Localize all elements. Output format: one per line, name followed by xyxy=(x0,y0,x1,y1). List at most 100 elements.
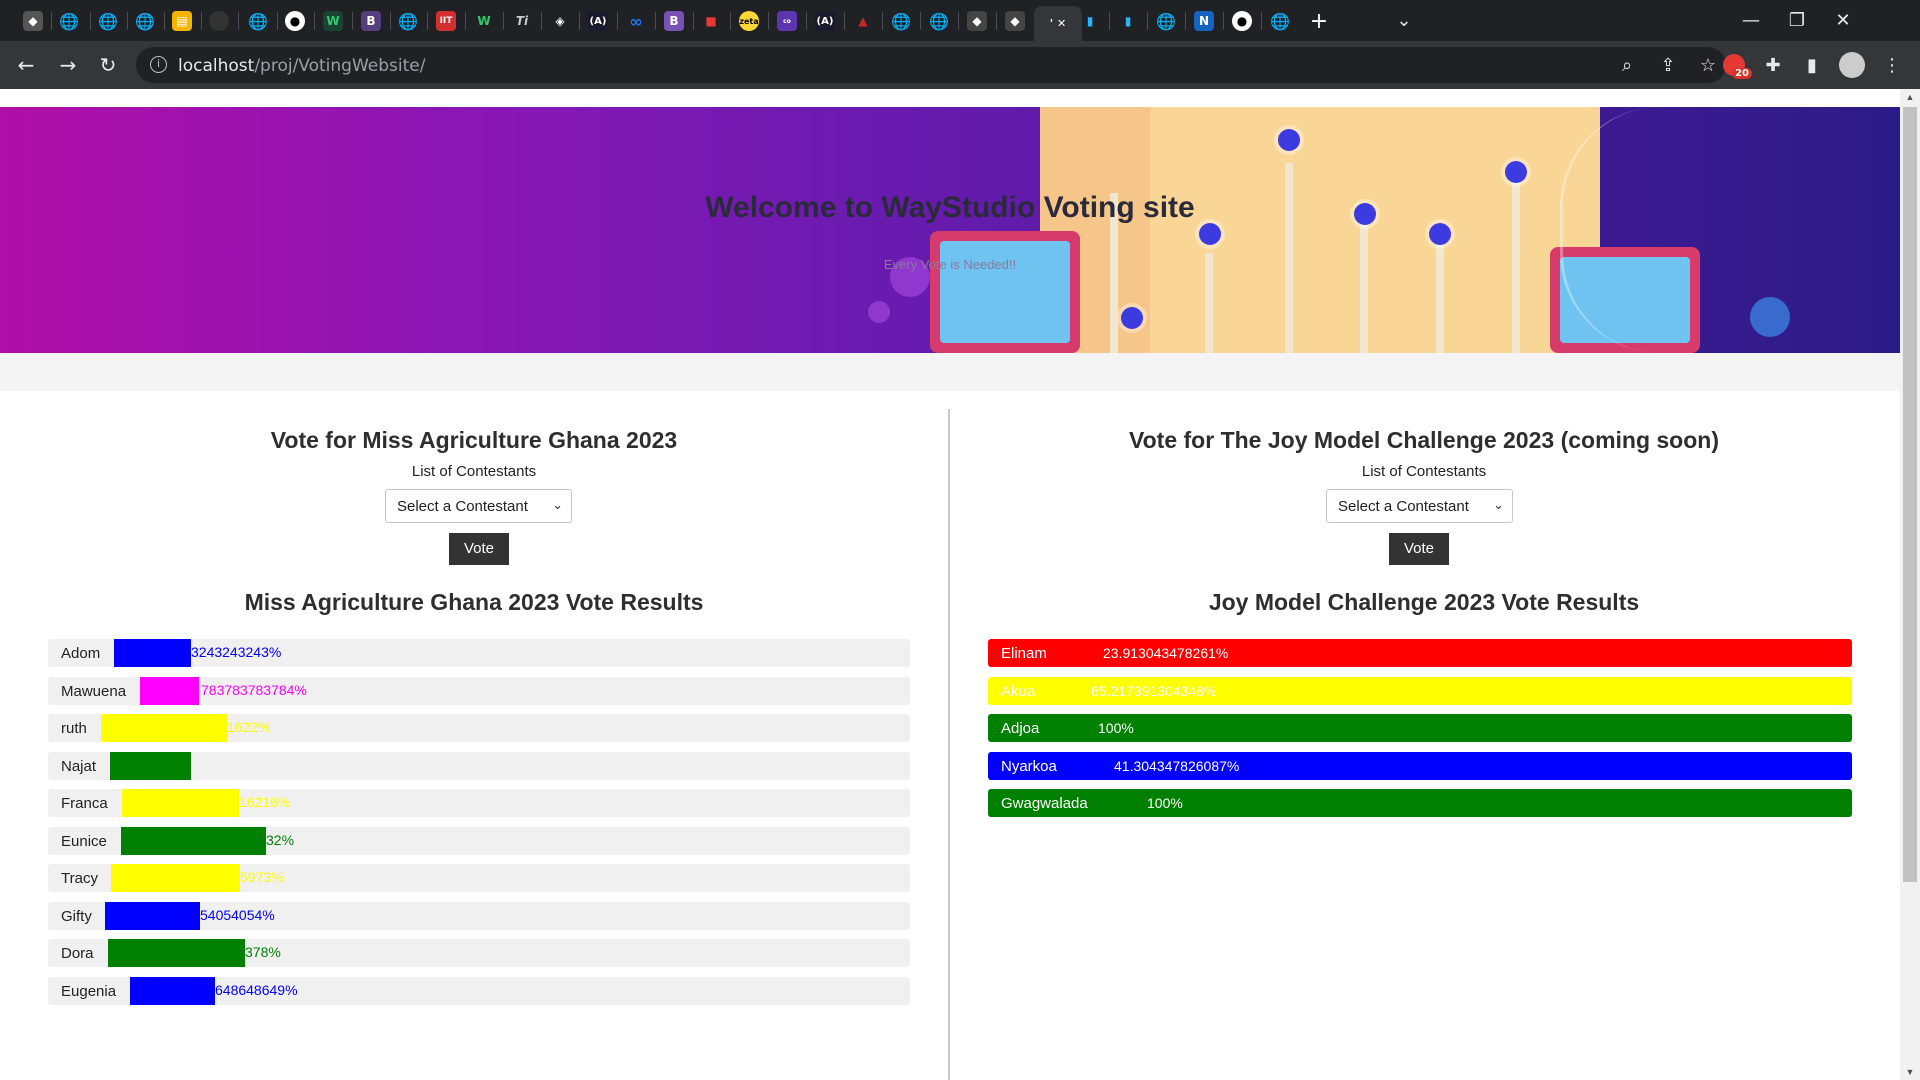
result-row: Dora 378% xyxy=(48,939,910,967)
scroll-up-arrow[interactable]: ▲ xyxy=(1900,89,1920,105)
tab-notion[interactable]: N xyxy=(1189,6,1219,36)
hero-spacer xyxy=(0,353,1900,391)
contestant-name: Gwagwalada xyxy=(1001,795,1088,812)
tab-github[interactable]: ● xyxy=(280,6,310,36)
restore-icon: ❐ xyxy=(1788,10,1806,31)
contestant-name: Franca xyxy=(61,795,108,812)
globe-icon: 🌐 xyxy=(59,11,79,31)
contestant-name: Najat xyxy=(61,757,97,775)
tab-globe[interactable]: 🌐 xyxy=(886,6,916,36)
back-button[interactable]: ← xyxy=(10,49,42,81)
result-percent: 783783783784% xyxy=(201,681,307,698)
contestant-name: Nyarkoa xyxy=(1001,757,1057,775)
meta-icon: ∞ xyxy=(629,11,643,31)
select-value: Select a Contestant xyxy=(1338,498,1469,515)
tab-icon: ◆ xyxy=(1005,11,1025,31)
result-percent: 54054054% xyxy=(200,906,275,923)
tab-wix[interactable]: W xyxy=(469,6,499,36)
shoe-icon: ▲ xyxy=(858,14,868,28)
menu-dots-icon[interactable]: ⋮ xyxy=(1876,49,1908,81)
tab-red[interactable]: ▲ xyxy=(848,6,878,36)
tab-bootstrap[interactable]: B xyxy=(659,6,689,36)
profile-avatar[interactable] xyxy=(1836,49,1868,81)
url-text[interactable]: localhost/proj/VotingWebsite/ xyxy=(178,56,425,76)
scrollbar-thumb[interactable] xyxy=(1903,107,1917,882)
tab-wix[interactable]: W xyxy=(318,6,348,36)
tab-notes[interactable]: ▤ xyxy=(167,6,197,36)
tab-iit[interactable]: IIT xyxy=(431,6,461,36)
scroll-down-arrow[interactable]: ▼ xyxy=(1900,1064,1920,1080)
w-icon: W xyxy=(477,14,491,28)
restore-button[interactable]: ❐ xyxy=(1774,0,1820,41)
tab-favicon[interactable]: ◆ xyxy=(18,6,48,36)
tab-bootstrap[interactable]: B xyxy=(356,6,386,36)
tab-blue[interactable]: ▮ xyxy=(1113,6,1143,36)
forward-button[interactable]: → xyxy=(52,49,84,81)
tab-coolors[interactable]: co xyxy=(772,6,802,36)
contestant-select[interactable]: Select a Contestant ⌄ xyxy=(1326,489,1513,523)
result-row: Elinam 23.913043478261% xyxy=(988,639,1852,667)
info-icon[interactable]: i xyxy=(150,56,167,73)
results-title: Joy Model Challenge 2023 Vote Results xyxy=(1208,589,1640,615)
extensions-puzzle-icon[interactable]: ✚ xyxy=(1757,49,1789,81)
tab-typography[interactable]: Ti xyxy=(507,6,537,36)
address-bar[interactable]: i localhost/proj/VotingWebsite/ ⌕ ⇪ ☆ xyxy=(136,47,1726,83)
page-scrollbar[interactable]: ▲ ▼ xyxy=(1900,89,1920,1080)
results-list: Elinam 23.913043478261% Akua 65.21739130434… xyxy=(988,639,1852,827)
tab-globe[interactable]: 🌐 xyxy=(1265,6,1295,36)
extension-badge: 20 xyxy=(1732,68,1752,79)
zoom-icon[interactable]: ⌕ xyxy=(1611,49,1643,81)
astro-icon: (A) xyxy=(588,11,608,31)
tab-globe[interactable]: 🌐 xyxy=(393,6,423,36)
vote-button[interactable]: Vote xyxy=(449,533,509,565)
new-tab-button[interactable]: + xyxy=(1304,6,1334,36)
tab-zeta[interactable]: zeta xyxy=(734,6,764,36)
tab-diamond[interactable]: ◈ xyxy=(545,6,575,36)
tab-dark[interactable] xyxy=(204,6,234,36)
bootstrap-icon: B xyxy=(361,11,381,31)
bootstrap-icon: B xyxy=(664,11,684,31)
tab-red[interactable]: ■ xyxy=(696,6,726,36)
tab-search-button[interactable]: ⌄ xyxy=(1381,0,1427,41)
results-title: Miss Agriculture Ghana 2023 Vote Results xyxy=(244,589,704,615)
github-icon: ● xyxy=(285,11,305,31)
close-window-button[interactable]: ✕ xyxy=(1820,0,1866,41)
tab-globe[interactable]: 🌐 xyxy=(1151,6,1181,36)
close-icon[interactable]: ' ✕ xyxy=(1048,14,1068,34)
tab-globe[interactable]: 🌐 xyxy=(243,6,273,36)
pin-icon: ▮ xyxy=(1086,14,1094,28)
coolors-icon: co xyxy=(777,11,797,31)
tab-blue[interactable]: ▮ xyxy=(1075,6,1105,36)
tab-globe[interactable]: 🌐 xyxy=(93,6,123,36)
contestant-select[interactable]: Select a Contestant ⌄ xyxy=(385,489,572,523)
tab-globe[interactable]: 🌐 xyxy=(130,6,160,36)
tab-globe[interactable]: 🌐 xyxy=(924,6,954,36)
extension-button[interactable]: 20 xyxy=(1718,49,1752,81)
tab-globe[interactable]: 🌐 xyxy=(54,6,84,36)
browser-toolbar: ← → ↻ i localhost/proj/VotingWebsite/ ⌕ … xyxy=(0,41,1920,89)
cart-icon: ■ xyxy=(705,14,717,28)
select-value: Select a Contestant xyxy=(397,498,528,515)
result-row: ruth 1622% xyxy=(48,714,910,742)
result-percent: 378% xyxy=(245,944,281,960)
share-icon[interactable]: ⇪ xyxy=(1652,49,1684,81)
avatar xyxy=(1839,52,1865,78)
tab-github[interactable]: ● xyxy=(1227,6,1257,36)
result-bar xyxy=(110,751,191,780)
minimize-button[interactable]: — xyxy=(1728,0,1774,41)
vote-button[interactable]: Vote xyxy=(1389,533,1449,565)
side-panel-icon[interactable]: ▮ xyxy=(1796,49,1828,81)
contestant-name: Eugenia xyxy=(61,982,117,1000)
tab-astro[interactable]: (A) xyxy=(583,6,613,36)
tab-meta[interactable]: ∞ xyxy=(621,6,651,36)
reload-button[interactable]: ↻ xyxy=(92,49,124,81)
tab-dark[interactable]: ◆ xyxy=(962,6,992,36)
tab-astro[interactable]: (A) xyxy=(810,6,840,36)
tab-dark[interactable]: ◆ xyxy=(1000,6,1030,36)
tab-icon: ◆ xyxy=(23,11,43,31)
globe-icon: 🌐 xyxy=(1270,11,1290,31)
section-title: Vote for Miss Agriculture Ghana 2023 xyxy=(270,427,678,453)
globe-icon: 🌐 xyxy=(929,11,949,31)
tab-icon: ◆ xyxy=(967,11,987,31)
result-percent: 65.217391304348% xyxy=(1091,682,1217,699)
